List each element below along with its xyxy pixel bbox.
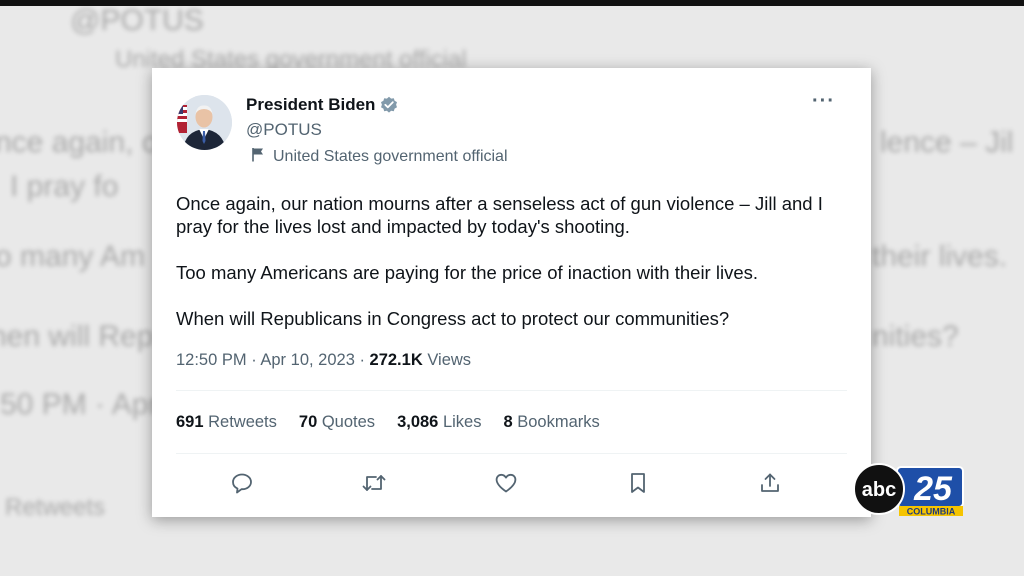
bookmarks-label: Bookmarks [512, 413, 600, 431]
author-row: President Biden [246, 95, 398, 115]
likes-stat[interactable]: 3,086 Likes [397, 413, 481, 432]
quotes-count: 70 [298, 413, 318, 431]
tweet-meta: 12:50 PM · Apr 10, 2023 · 272.1K Views [176, 351, 471, 370]
bookmark-icon[interactable] [623, 468, 653, 498]
bg-line-2: I pray fo [10, 170, 119, 203]
verified-badge-icon [380, 96, 398, 114]
tweet-timestamp[interactable]: 12:50 PM · Apr 10, 2023 · [176, 351, 370, 369]
retweet-icon[interactable] [359, 468, 389, 498]
bg-handle: @POTUS [70, 4, 204, 37]
quotes-label: Quotes [317, 413, 376, 431]
action-bar [202, 468, 792, 498]
reply-icon[interactable] [227, 468, 257, 498]
bg-line-4: hen will Rep [0, 320, 154, 353]
likes-count: 3,086 [397, 413, 439, 431]
bg-line-4-right: nities? [872, 320, 959, 353]
engagement-stats: 691 Retweets 70 Quotes 3,086 Likes 8 Boo… [176, 413, 622, 432]
share-icon[interactable] [755, 468, 785, 498]
tweet-paragraph: When will Republicans in Congress act to… [176, 308, 730, 329]
avatar[interactable] [177, 95, 232, 150]
like-icon[interactable] [491, 468, 521, 498]
bg-line-5: 50 PM · Apr [0, 388, 159, 421]
bookmarks-count: 8 [503, 413, 513, 431]
author-handle[interactable]: @POTUS [246, 120, 322, 140]
logo-city: COLUMBIA [907, 507, 956, 517]
bookmarks-stat[interactable]: 8 Bookmarks [503, 413, 599, 432]
tweet-card: President Biden @POTUS United States gov… [152, 68, 871, 517]
retweets-stat[interactable]: 691 Retweets [176, 413, 277, 432]
more-options-icon[interactable]: ··· [812, 90, 835, 113]
bg-line-3: o many Am [0, 240, 146, 273]
divider [176, 390, 847, 391]
views-label: Views [422, 351, 472, 369]
logo-brand: abc [862, 479, 896, 501]
affiliation-text: United States government official [273, 148, 508, 165]
logo-channel: 25 [913, 470, 953, 508]
retweets-count: 691 [176, 413, 204, 431]
flag-icon [251, 147, 265, 167]
tweet-paragraph: Once again, our nation mourns after a se… [176, 193, 823, 237]
bg-line-1: nce again, o [0, 126, 159, 159]
bg-line-1-right: lence – Jil [880, 126, 1014, 159]
divider [176, 453, 847, 454]
affiliation-label: United States government official [251, 147, 508, 167]
tweet-text: Once again, our nation mourns after a se… [176, 192, 848, 353]
tweet-paragraph: Too many Americans are paying for the pr… [176, 262, 759, 283]
bg-line-6: Retweets [5, 494, 106, 521]
likes-label: Likes [438, 413, 482, 431]
author-name[interactable]: President Biden [246, 95, 375, 115]
quotes-stat[interactable]: 70 Quotes [299, 413, 375, 432]
views-count: 272.1K [369, 351, 423, 369]
retweets-label: Retweets [203, 413, 277, 431]
bg-line-3-right: their lives. [872, 240, 1008, 273]
station-logo: 25 COLUMBIA abc [853, 463, 965, 517]
